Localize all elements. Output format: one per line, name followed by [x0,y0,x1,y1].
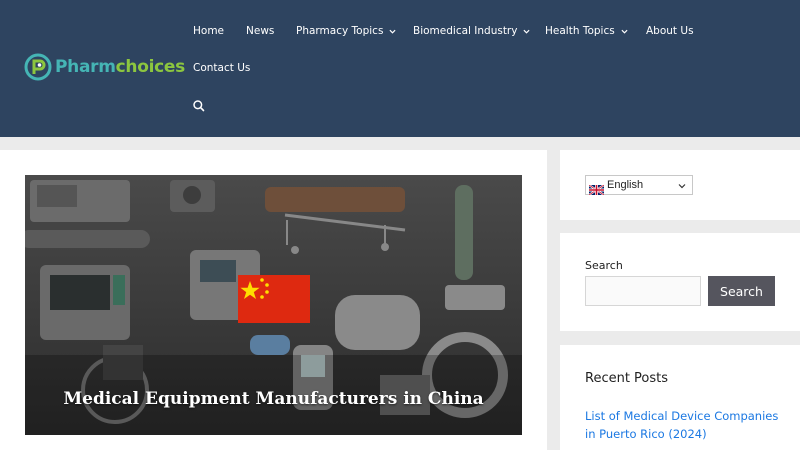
site-logo[interactable]: Pharmchoices [24,53,185,81]
brand-name: Pharmchoices [55,57,185,77]
chevron-down-icon [678,184,686,189]
search-label: Search [585,259,623,272]
language-selected: English [607,179,644,191]
uk-flag-icon [588,180,605,196]
chevron-down-icon [523,29,530,34]
nav-news[interactable]: News [246,25,274,37]
nav-about-us[interactable]: About Us [646,25,694,37]
chevron-down-icon [621,29,628,34]
featured-post-image[interactable]: Medical Equipment Manufacturers in China [25,175,522,435]
nav-home[interactable]: Home [193,25,224,37]
language-select[interactable]: English [585,175,693,196]
nav-biomedical-industry[interactable]: Biomedical Industry [413,25,530,37]
featured-post-title[interactable]: Medical Equipment Manufacturers in China [25,389,522,409]
chevron-down-icon [389,29,396,34]
recent-post-link[interactable]: List of Medical Device Companies in Puer… [585,407,785,443]
site-header: Pharmchoices Home News Pharmacy Topics B… [0,0,800,137]
nav-health-topics[interactable]: Health Topics [545,25,628,37]
search-icon[interactable] [192,99,206,113]
search-input[interactable] [585,276,701,306]
nav-pharmacy-topics[interactable]: Pharmacy Topics [296,25,396,37]
pharmchoices-logo-icon [24,53,52,81]
nav-contact-us[interactable]: Contact Us [193,62,250,74]
china-flag-icon [238,275,310,323]
search-button[interactable]: Search [708,276,775,306]
recent-posts-title: Recent Posts [585,371,669,386]
